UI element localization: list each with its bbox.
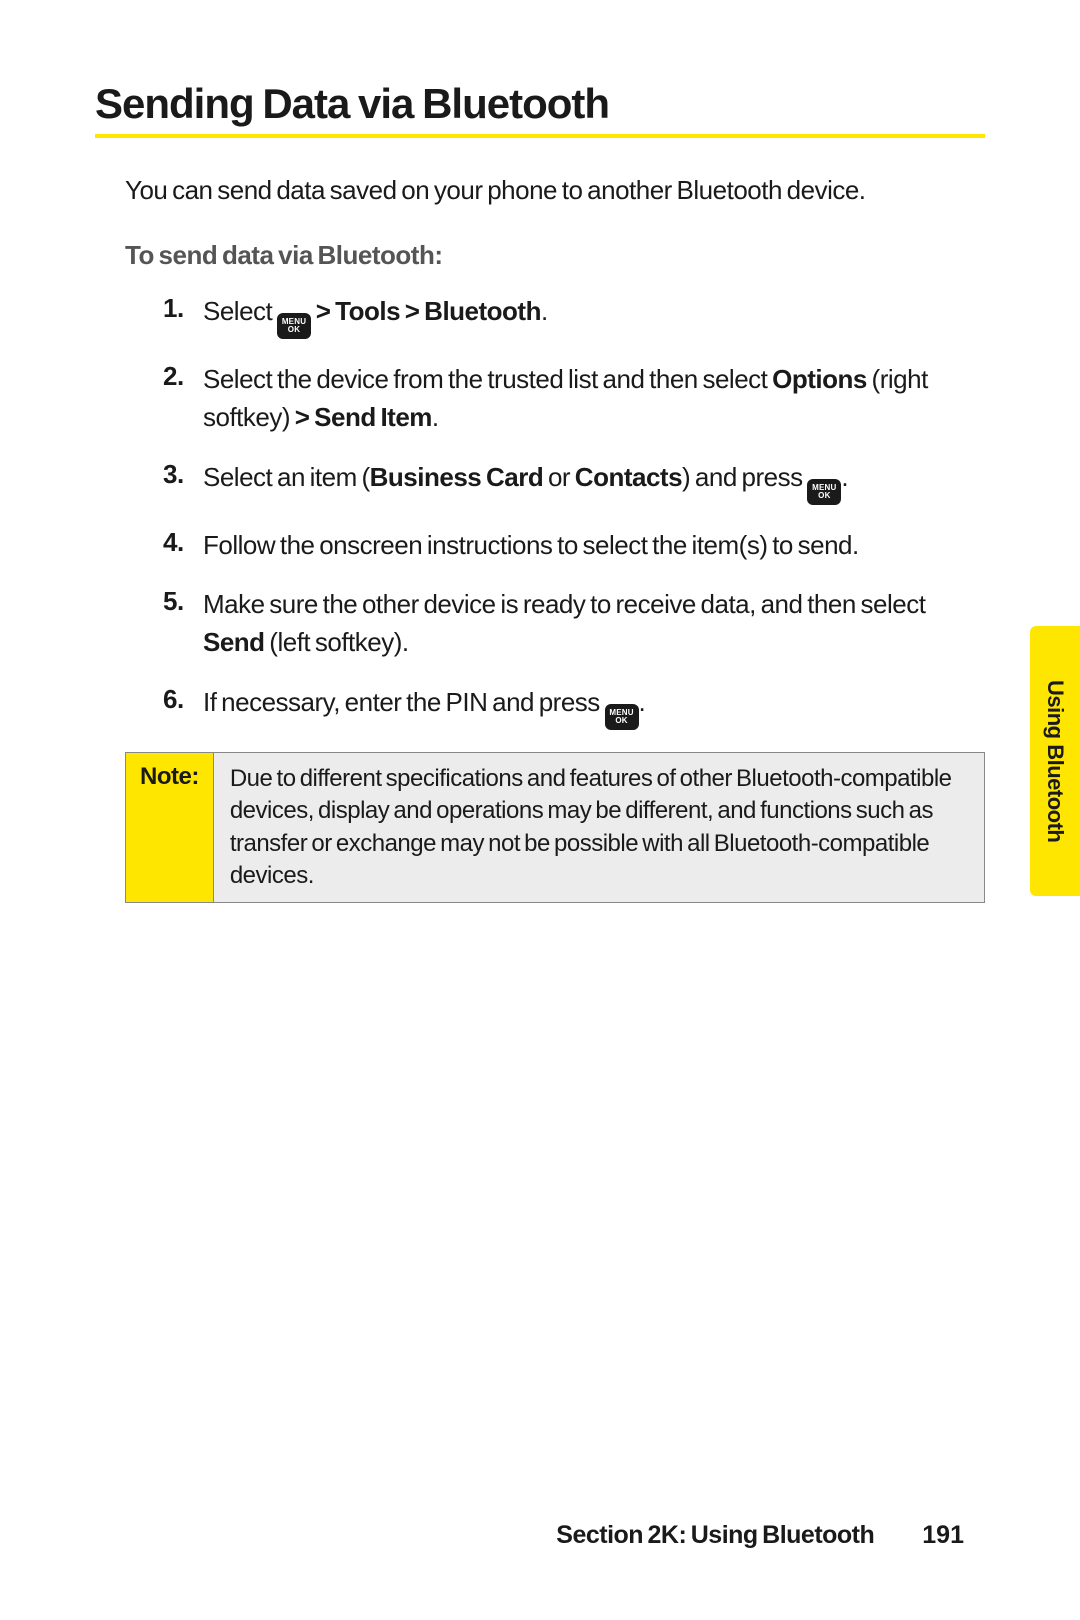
text-run: If necessary, enter the PIN and press — [203, 687, 605, 717]
page-footer: Section 2K: Using Bluetooth 191 — [556, 1521, 964, 1550]
text-run: Make sure the other device is ready to r… — [203, 589, 925, 619]
bold-run: Business Card — [370, 462, 544, 492]
menu-ok-key-icon: MENUOK — [277, 313, 311, 339]
step-5: 5. Make sure the other device is ready t… — [163, 586, 985, 661]
step-number: 3. — [163, 459, 203, 490]
bold-run: > Tools > Bluetooth — [311, 296, 541, 326]
step-6: 6. If necessary, enter the PIN and press… — [163, 684, 985, 730]
text-run: (left softkey). — [265, 627, 409, 657]
step-number: 5. — [163, 586, 203, 617]
menu-ok-key-icon: MENUOK — [807, 479, 841, 505]
step-number: 2. — [163, 361, 203, 392]
footer-page-number: 191 — [922, 1521, 964, 1550]
step-4: 4. Follow the onscreen instructions to s… — [163, 527, 985, 565]
step-number: 1. — [163, 293, 203, 324]
note-label: Note: — [126, 753, 214, 903]
step-text: Select an item (Business Card or Contact… — [203, 459, 848, 505]
title-underline — [95, 134, 985, 138]
section-side-tab: Using Bluetooth — [1030, 626, 1080, 896]
page-title: Sending Data via Bluetooth — [95, 80, 985, 128]
text-run: or — [543, 462, 575, 492]
text-run: Select an item ( — [203, 462, 370, 492]
procedure-heading: To send data via Bluetooth: — [125, 240, 985, 271]
note-box: Note: Due to different specifications an… — [125, 752, 985, 904]
key-label-bottom: OK — [288, 326, 300, 334]
text-run: ) and press — [682, 462, 807, 492]
text-run: Select — [203, 296, 277, 326]
bold-run: Send — [203, 627, 265, 657]
intro-paragraph: You can send data saved on your phone to… — [125, 172, 985, 208]
step-text: Follow the onscreen instructions to sele… — [203, 527, 859, 565]
step-text: Make sure the other device is ready to r… — [203, 586, 985, 661]
key-label-bottom: OK — [615, 717, 627, 725]
step-text: Select MENUOK > Tools > Bluetooth. — [203, 293, 548, 339]
step-number: 4. — [163, 527, 203, 558]
text-run: . — [432, 402, 439, 432]
step-text: Select the device from the trusted list … — [203, 361, 985, 436]
step-number: 6. — [163, 684, 203, 715]
step-list: 1. Select MENUOK > Tools > Bluetooth. 2.… — [163, 293, 985, 729]
text-run: . — [639, 687, 646, 717]
key-label-bottom: OK — [818, 492, 830, 500]
text-run: . — [541, 296, 548, 326]
step-3: 3. Select an item (Business Card or Cont… — [163, 459, 985, 505]
bold-run: > Send Item — [295, 402, 432, 432]
side-tab-label: Using Bluetooth — [1042, 680, 1068, 842]
bold-run: Contacts — [575, 462, 682, 492]
document-page: Sending Data via Bluetooth You can send … — [0, 0, 1080, 1620]
menu-ok-key-icon: MENUOK — [605, 704, 639, 730]
text-run: . — [841, 462, 848, 492]
step-1: 1. Select MENUOK > Tools > Bluetooth. — [163, 293, 985, 339]
bold-run: Options — [772, 364, 867, 394]
note-content: Due to different specifications and feat… — [214, 753, 984, 903]
text-run: Select the device from the trusted list … — [203, 364, 772, 394]
step-text: If necessary, enter the PIN and press ME… — [203, 684, 645, 730]
step-2: 2. Select the device from the trusted li… — [163, 361, 985, 436]
footer-section-label: Section 2K: Using Bluetooth — [556, 1521, 874, 1550]
